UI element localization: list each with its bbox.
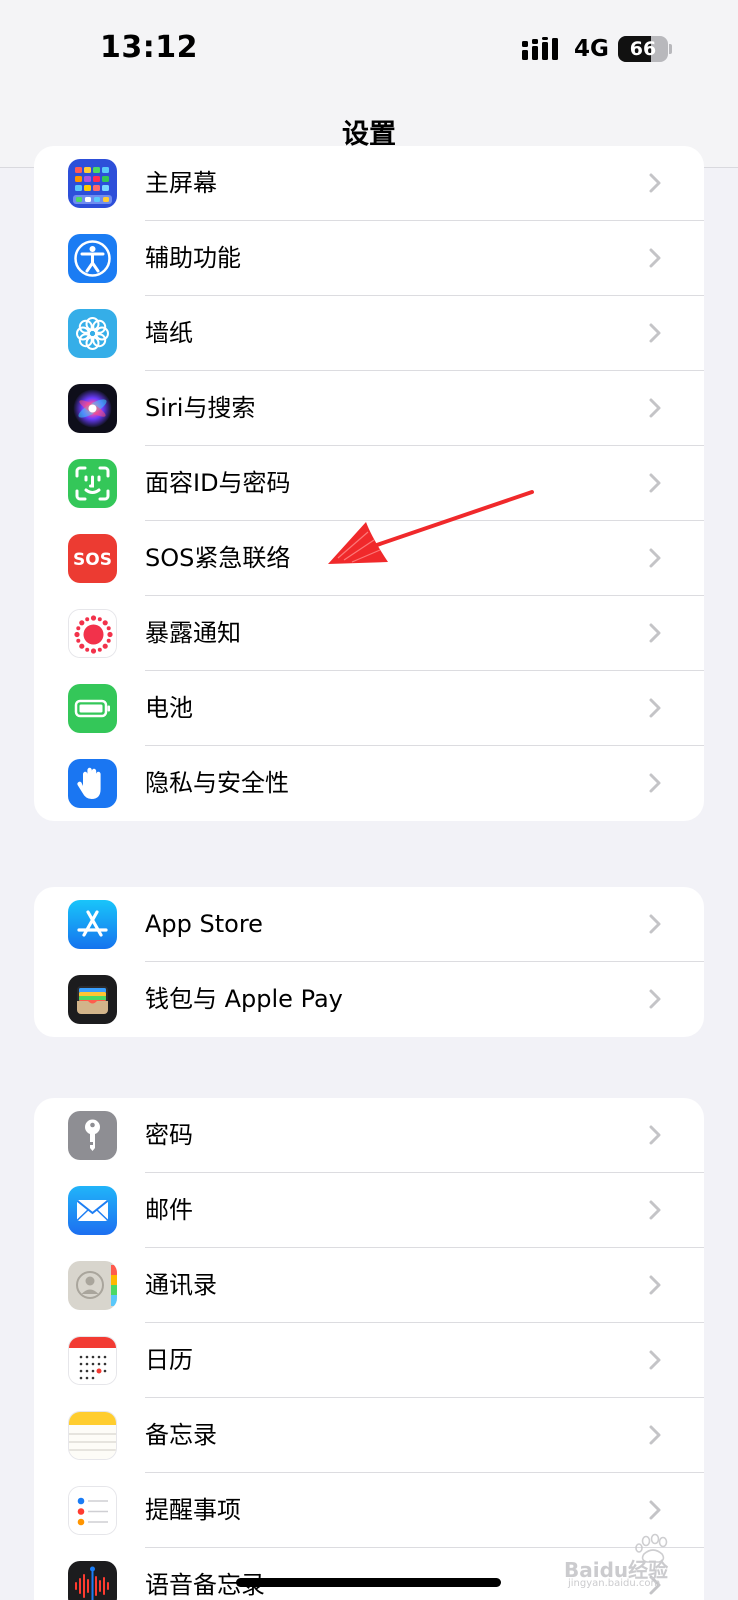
app-store-icon	[68, 900, 117, 949]
row-label: 日历	[145, 1346, 193, 1374]
sos-icon: SOS	[68, 534, 117, 583]
chevron-right-icon	[649, 173, 661, 193]
row-label: 墙纸	[145, 319, 193, 347]
cellular-signal-icon	[522, 37, 558, 60]
baidu-watermark: Baidu经验 jingyan.baidu.com	[564, 1532, 724, 1592]
row-label: 主屏幕	[145, 169, 217, 197]
chevron-right-icon	[649, 473, 661, 493]
row-label: 暴露通知	[145, 619, 241, 647]
row-label: 通讯录	[145, 1271, 217, 1299]
settings-group-apps: 密码 邮件 通讯录 日历 备忘录 提醒事项 语音备忘录	[34, 1098, 704, 1600]
settings-row-calendar[interactable]: 日历	[34, 1323, 704, 1398]
accessibility-icon	[68, 234, 117, 283]
exposure-notification-icon	[68, 609, 117, 658]
row-label: Siri与搜索	[145, 394, 256, 422]
settings-row-privacy[interactable]: 隐私与安全性	[34, 746, 704, 821]
chevron-right-icon	[649, 548, 661, 568]
row-label: 邮件	[145, 1196, 193, 1224]
settings-row-passwords[interactable]: 密码	[34, 1098, 704, 1173]
settings-row-app-store[interactable]: App Store	[34, 887, 704, 962]
chevron-right-icon	[649, 1125, 661, 1145]
row-label: 语音备忘录	[145, 1571, 265, 1599]
wallpaper-icon	[68, 309, 117, 358]
settings-row-mail[interactable]: 邮件	[34, 1173, 704, 1248]
status-time: 13:12	[100, 30, 198, 65]
voice-memos-icon	[68, 1561, 117, 1600]
settings-row-home-screen[interactable]: 主屏幕	[34, 146, 704, 221]
settings-group-store: App Store 钱包与 Apple Pay	[34, 887, 704, 1037]
contacts-icon	[68, 1261, 117, 1310]
row-label: 隐私与安全性	[145, 769, 289, 797]
settings-row-battery[interactable]: 电池	[34, 671, 704, 746]
settings-row-siri[interactable]: Siri与搜索	[34, 371, 704, 446]
notes-icon	[68, 1411, 117, 1460]
chevron-right-icon	[649, 1500, 661, 1520]
chevron-right-icon	[649, 1200, 661, 1220]
settings-row-accessibility[interactable]: 辅助功能	[34, 221, 704, 296]
settings-group-system: 主屏幕 辅助功能 墙纸 Siri与搜索 面容ID与密码 SOS SOS紧急联络 …	[34, 146, 704, 821]
status-bar: 13:12 4G 66	[0, 0, 738, 100]
chevron-right-icon	[649, 398, 661, 418]
row-label: 辅助功能	[145, 244, 241, 272]
svg-text:SOS: SOS	[73, 550, 112, 570]
face-id-icon	[68, 459, 117, 508]
battery-percent: 66	[629, 38, 657, 60]
settings-row-contacts[interactable]: 通讯录	[34, 1248, 704, 1323]
siri-icon	[68, 384, 117, 433]
chevron-right-icon	[649, 248, 661, 268]
annotation-arrow	[328, 490, 534, 564]
privacy-hand-icon	[68, 759, 117, 808]
battery-icon	[68, 684, 117, 733]
battery-tip	[669, 44, 672, 54]
chevron-right-icon	[649, 773, 661, 793]
settings-row-wallpaper[interactable]: 墙纸	[34, 296, 704, 371]
chevron-right-icon	[649, 914, 661, 934]
row-label: SOS紧急联络	[145, 544, 291, 572]
chevron-right-icon	[649, 1350, 661, 1370]
row-label: 电池	[145, 694, 193, 722]
row-label: 提醒事项	[145, 1496, 241, 1524]
chevron-right-icon	[649, 323, 661, 343]
settings-row-exposure-notification[interactable]: 暴露通知	[34, 596, 704, 671]
row-label: 密码	[145, 1121, 193, 1149]
key-icon	[68, 1111, 117, 1160]
home-screen-icon	[68, 159, 117, 208]
chevron-right-icon	[649, 623, 661, 643]
row-label: 面容ID与密码	[145, 469, 291, 497]
network-type: 4G	[574, 36, 609, 62]
calendar-icon	[68, 1336, 117, 1385]
chevron-right-icon	[649, 698, 661, 718]
home-indicator[interactable]	[236, 1578, 501, 1587]
settings-row-notes[interactable]: 备忘录	[34, 1398, 704, 1473]
chevron-right-icon	[649, 989, 661, 1009]
chevron-right-icon	[649, 1275, 661, 1295]
row-label: App Store	[145, 910, 263, 938]
row-label: 钱包与 Apple Pay	[145, 985, 343, 1013]
row-label: 备忘录	[145, 1421, 217, 1449]
settings-row-wallet[interactable]: 钱包与 Apple Pay	[34, 962, 704, 1037]
mail-icon	[68, 1186, 117, 1235]
chevron-right-icon	[649, 1425, 661, 1445]
reminders-icon	[68, 1486, 117, 1535]
watermark-url: jingyan.baidu.com	[568, 1578, 661, 1589]
wallet-icon	[68, 975, 117, 1024]
battery-indicator: 66	[618, 36, 672, 62]
